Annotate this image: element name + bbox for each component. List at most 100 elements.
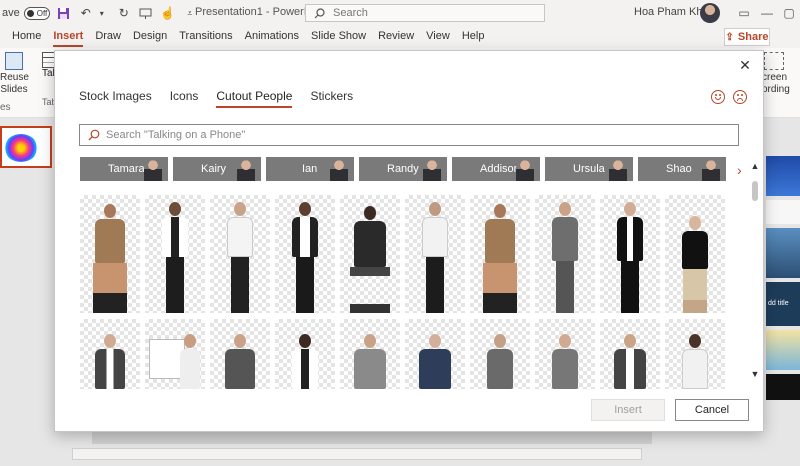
ribbon-tab-draw[interactable]: Draw	[89, 26, 127, 48]
chevron-down-icon[interactable]: ▾	[94, 5, 110, 21]
person-thumbnail	[144, 159, 162, 181]
person-image	[354, 334, 386, 389]
image-tile[interactable]	[80, 319, 140, 389]
scroll-thumb[interactable]	[752, 181, 758, 201]
paint-splash-image	[4, 134, 38, 162]
scroll-track[interactable]	[749, 173, 761, 369]
chip-addison[interactable]: Addison	[452, 157, 540, 181]
ribbon-tab-view[interactable]: View	[420, 26, 456, 48]
horizontal-scrollbar[interactable]	[72, 448, 642, 460]
avatar[interactable]	[700, 3, 720, 23]
scroll-up-icon[interactable]: ▲	[749, 161, 761, 173]
ribbon-tab-slide-show[interactable]: Slide Show	[305, 26, 372, 48]
image-tile[interactable]	[470, 319, 530, 389]
image-tile[interactable]	[145, 195, 205, 313]
reuse-group-label: es	[0, 102, 11, 113]
maximize-icon[interactable]: ▢	[780, 4, 798, 22]
undo-icon[interactable]: ↶	[78, 5, 94, 21]
designer-thumb[interactable]	[766, 374, 800, 400]
save-icon[interactable]	[56, 5, 72, 21]
image-tile[interactable]	[275, 195, 335, 313]
image-tile[interactable]	[600, 195, 660, 313]
tab-stickers[interactable]: Stickers	[310, 89, 353, 108]
chip-label: Ian	[302, 163, 318, 175]
grid-scrollbar[interactable]: ▲ ▼	[749, 161, 761, 383]
chip-randy[interactable]: Randy	[359, 157, 447, 181]
chip-shao[interactable]: Shao	[638, 157, 726, 181]
ribbon-tab-transitions[interactable]: Transitions	[173, 26, 238, 48]
reuse-slides-button[interactable]: Reuse Slides es	[0, 52, 29, 114]
person-image	[292, 202, 318, 313]
insert-button[interactable]: Insert	[591, 399, 665, 421]
person-image	[350, 206, 390, 313]
image-tile[interactable]	[210, 319, 270, 389]
chip-label: Addison	[480, 163, 520, 175]
image-tile[interactable]	[535, 195, 595, 313]
ribbon-tab-design[interactable]: Design	[127, 26, 173, 48]
image-tile[interactable]	[405, 195, 465, 313]
search-input[interactable]	[106, 129, 726, 141]
ribbon-tab-home[interactable]: Home	[6, 26, 47, 48]
minimize-icon[interactable]: —	[758, 4, 776, 22]
person-image	[682, 334, 708, 389]
person-thumbnail	[330, 159, 348, 181]
chip-kairy[interactable]: Kairy	[173, 157, 261, 181]
person-thumbnail	[237, 159, 255, 181]
image-tile[interactable]	[340, 319, 400, 389]
share-button[interactable]: ⇪ Share	[724, 28, 770, 46]
chip-ursula[interactable]: Ursula	[545, 157, 633, 181]
tab-icons[interactable]: Icons	[170, 89, 199, 108]
image-tile[interactable]	[600, 319, 660, 389]
person-image	[617, 202, 643, 313]
person-image	[422, 202, 448, 313]
chip-ian[interactable]: Ian	[266, 157, 354, 181]
chip-label: Tamara	[108, 163, 145, 175]
person-image	[487, 334, 513, 389]
tab-stock-images[interactable]: Stock Images	[79, 89, 152, 108]
slide-thumbnail[interactable]	[0, 126, 52, 168]
designer-thumb[interactable]	[766, 228, 800, 278]
ribbon-tab-review[interactable]: Review	[372, 26, 420, 48]
person-image	[227, 202, 253, 313]
tab-cutout-people[interactable]: Cutout People	[216, 89, 293, 108]
ribbon-tab-animations[interactable]: Animations	[239, 26, 305, 48]
ribbon-tab-help[interactable]: Help	[456, 26, 491, 48]
image-tile[interactable]	[210, 195, 270, 313]
present-icon[interactable]	[138, 5, 154, 21]
designer-thumb[interactable]: dd title	[766, 282, 800, 326]
scroll-down-icon[interactable]: ▼	[749, 369, 761, 381]
image-tile[interactable]	[275, 319, 335, 389]
share-icon: ⇪	[725, 31, 734, 43]
image-tile[interactable]	[340, 195, 400, 313]
image-tile[interactable]	[665, 319, 725, 389]
ribbon-display-icon[interactable]: ▭	[735, 4, 753, 22]
image-tile[interactable]	[405, 319, 465, 389]
image-tile[interactable]	[145, 319, 205, 389]
person-thumbnail	[423, 159, 441, 181]
ribbon-tabs: Home Insert Draw Design Transitions Anim…	[0, 26, 800, 48]
search-icon	[314, 7, 325, 18]
image-tile[interactable]	[535, 319, 595, 389]
image-tile[interactable]	[665, 195, 725, 313]
designer-thumb[interactable]	[766, 330, 800, 370]
redo-icon[interactable]: ↻	[116, 5, 132, 21]
chevron-right-icon[interactable]: ›	[737, 162, 742, 178]
image-tile[interactable]	[470, 195, 530, 313]
touch-mode-icon[interactable]: ☝	[160, 5, 176, 21]
close-icon[interactable]: ✕	[737, 57, 753, 73]
image-row	[80, 195, 730, 313]
frown-feedback-icon[interactable]	[733, 90, 747, 104]
cancel-button[interactable]: Cancel	[675, 399, 749, 421]
designer-thumb[interactable]	[766, 156, 800, 196]
smile-feedback-icon[interactable]	[711, 90, 725, 104]
ribbon-tab-insert[interactable]: Insert	[47, 26, 89, 48]
title-search-box[interactable]: Search	[305, 4, 545, 22]
chip-tamara[interactable]: Tamara	[80, 157, 168, 181]
autosave-toggle[interactable]: Off	[23, 6, 50, 20]
person-image	[552, 202, 578, 313]
search-icon	[88, 129, 100, 141]
reuse-label-1: Reuse	[0, 72, 29, 83]
designer-thumb[interactable]	[766, 200, 800, 224]
person-image	[483, 204, 517, 313]
image-tile[interactable]	[80, 195, 140, 313]
